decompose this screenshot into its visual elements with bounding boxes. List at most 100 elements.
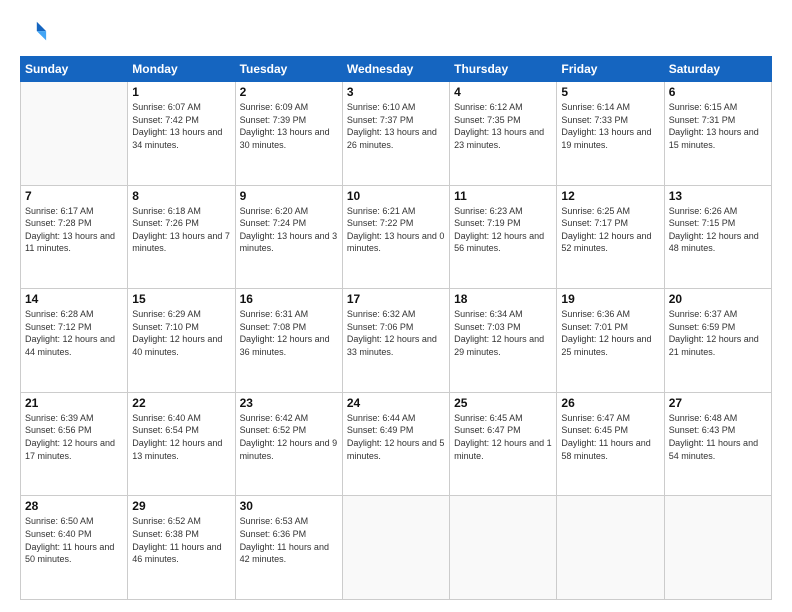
calendar-week-3: 14 Sunrise: 6:28 AMSunset: 7:12 PMDayligh… [21, 289, 772, 393]
day-number: 21 [25, 396, 123, 410]
day-number: 7 [25, 189, 123, 203]
calendar-cell: 12 Sunrise: 6:25 AMSunset: 7:17 PMDayligh… [557, 185, 664, 289]
day-number: 28 [25, 499, 123, 513]
calendar-cell: 23 Sunrise: 6:42 AMSunset: 6:52 PMDayligh… [235, 392, 342, 496]
calendar-cell: 26 Sunrise: 6:47 AMSunset: 6:45 PMDayligh… [557, 392, 664, 496]
calendar-cell: 15 Sunrise: 6:29 AMSunset: 7:10 PMDayligh… [128, 289, 235, 393]
day-number: 10 [347, 189, 445, 203]
weekday-header-thursday: Thursday [450, 57, 557, 82]
day-number: 20 [669, 292, 767, 306]
calendar-cell: 13 Sunrise: 6:26 AMSunset: 7:15 PMDayligh… [664, 185, 771, 289]
day-number: 24 [347, 396, 445, 410]
calendar-table: SundayMondayTuesdayWednesdayThursdayFrid… [20, 56, 772, 600]
day-info: Sunrise: 6:40 AMSunset: 6:54 PMDaylight:… [132, 412, 230, 462]
day-number: 14 [25, 292, 123, 306]
calendar-cell: 16 Sunrise: 6:31 AMSunset: 7:08 PMDayligh… [235, 289, 342, 393]
day-info: Sunrise: 6:45 AMSunset: 6:47 PMDaylight:… [454, 412, 552, 462]
calendar-cell: 4Sunrise: 6:12 AMSunset: 7:35 PMDaylight… [450, 82, 557, 186]
day-number: 3 [347, 85, 445, 99]
calendar-cell: 27 Sunrise: 6:48 AMSunset: 6:43 PMDayligh… [664, 392, 771, 496]
logo [20, 18, 52, 46]
day-info: Sunrise: 6:37 AMSunset: 6:59 PMDaylight:… [669, 308, 767, 358]
day-info: Sunrise: 6:53 AMSunset: 6:36 PMDaylight:… [240, 515, 338, 565]
calendar-cell [557, 496, 664, 600]
calendar-cell: 29Sunrise: 6:52 AMSunset: 6:38 PMDayligh… [128, 496, 235, 600]
day-number: 23 [240, 396, 338, 410]
day-info: Sunrise: 6:17 AMSunset: 7:28 PMDaylight:… [25, 205, 123, 255]
weekday-header-monday: Monday [128, 57, 235, 82]
day-number: 4 [454, 85, 552, 99]
day-info: Sunrise: 6:09 AMSunset: 7:39 PMDaylight:… [240, 101, 338, 151]
day-number: 1 [132, 85, 230, 99]
calendar-cell: 20 Sunrise: 6:37 AMSunset: 6:59 PMDayligh… [664, 289, 771, 393]
calendar-week-4: 21 Sunrise: 6:39 AMSunset: 6:56 PMDayligh… [21, 392, 772, 496]
calendar-cell: 24 Sunrise: 6:44 AMSunset: 6:49 PMDayligh… [342, 392, 449, 496]
weekday-header-tuesday: Tuesday [235, 57, 342, 82]
calendar-cell: 19Sunrise: 6:36 AMSunset: 7:01 PMDayligh… [557, 289, 664, 393]
day-info: Sunrise: 6:26 AMSunset: 7:15 PMDaylight:… [669, 205, 767, 255]
calendar-cell: 7 Sunrise: 6:17 AMSunset: 7:28 PMDaylight… [21, 185, 128, 289]
day-info: Sunrise: 6:47 AMSunset: 6:45 PMDaylight:… [561, 412, 659, 462]
day-info: Sunrise: 6:20 AMSunset: 7:24 PMDaylight:… [240, 205, 338, 255]
weekday-header-friday: Friday [557, 57, 664, 82]
day-info: Sunrise: 6:44 AMSunset: 6:49 PMDaylight:… [347, 412, 445, 462]
calendar-cell [21, 82, 128, 186]
calendar-week-5: 28 Sunrise: 6:50 AMSunset: 6:40 PMDayligh… [21, 496, 772, 600]
logo-icon [20, 18, 48, 46]
day-info: Sunrise: 6:31 AMSunset: 7:08 PMDaylight:… [240, 308, 338, 358]
calendar-cell: 6Sunrise: 6:15 AMSunset: 7:31 PMDaylight… [664, 82, 771, 186]
calendar-cell: 1 Sunrise: 6:07 AMSunset: 7:42 PMDaylight… [128, 82, 235, 186]
calendar-cell: 8 Sunrise: 6:18 AMSunset: 7:26 PMDaylight… [128, 185, 235, 289]
day-info: Sunrise: 6:25 AMSunset: 7:17 PMDaylight:… [561, 205, 659, 255]
calendar-cell: 14 Sunrise: 6:28 AMSunset: 7:12 PMDayligh… [21, 289, 128, 393]
calendar-cell: 9 Sunrise: 6:20 AMSunset: 7:24 PMDaylight… [235, 185, 342, 289]
weekday-header-sunday: Sunday [21, 57, 128, 82]
day-number: 9 [240, 189, 338, 203]
weekday-header-row: SundayMondayTuesdayWednesdayThursdayFrid… [21, 57, 772, 82]
day-number: 8 [132, 189, 230, 203]
calendar-cell: 30Sunrise: 6:53 AMSunset: 6:36 PMDayligh… [235, 496, 342, 600]
day-info: Sunrise: 6:34 AMSunset: 7:03 PMDaylight:… [454, 308, 552, 358]
day-number: 27 [669, 396, 767, 410]
calendar-cell: 11Sunrise: 6:23 AMSunset: 7:19 PMDayligh… [450, 185, 557, 289]
calendar-week-1: 1 Sunrise: 6:07 AMSunset: 7:42 PMDaylight… [21, 82, 772, 186]
calendar-cell [342, 496, 449, 600]
day-number: 18 [454, 292, 552, 306]
page: SundayMondayTuesdayWednesdayThursdayFrid… [0, 0, 792, 612]
day-info: Sunrise: 6:18 AMSunset: 7:26 PMDaylight:… [132, 205, 230, 255]
day-info: Sunrise: 6:23 AMSunset: 7:19 PMDaylight:… [454, 205, 552, 255]
weekday-header-saturday: Saturday [664, 57, 771, 82]
day-info: Sunrise: 6:32 AMSunset: 7:06 PMDaylight:… [347, 308, 445, 358]
day-number: 25 [454, 396, 552, 410]
day-number: 13 [669, 189, 767, 203]
day-number: 15 [132, 292, 230, 306]
day-info: Sunrise: 6:39 AMSunset: 6:56 PMDaylight:… [25, 412, 123, 462]
day-number: 17 [347, 292, 445, 306]
day-info: Sunrise: 6:48 AMSunset: 6:43 PMDaylight:… [669, 412, 767, 462]
day-number: 16 [240, 292, 338, 306]
day-info: Sunrise: 6:42 AMSunset: 6:52 PMDaylight:… [240, 412, 338, 462]
day-number: 5 [561, 85, 659, 99]
calendar-week-2: 7 Sunrise: 6:17 AMSunset: 7:28 PMDaylight… [21, 185, 772, 289]
day-info: Sunrise: 6:50 AMSunset: 6:40 PMDaylight:… [25, 515, 123, 565]
day-number: 12 [561, 189, 659, 203]
day-number: 22 [132, 396, 230, 410]
weekday-header-wednesday: Wednesday [342, 57, 449, 82]
day-number: 6 [669, 85, 767, 99]
calendar-cell [664, 496, 771, 600]
calendar-cell: 25 Sunrise: 6:45 AMSunset: 6:47 PMDayligh… [450, 392, 557, 496]
calendar-cell [450, 496, 557, 600]
day-number: 26 [561, 396, 659, 410]
day-info: Sunrise: 6:36 AMSunset: 7:01 PMDaylight:… [561, 308, 659, 358]
day-info: Sunrise: 6:07 AMSunset: 7:42 PMDaylight:… [132, 101, 230, 151]
calendar-cell: 5 Sunrise: 6:14 AMSunset: 7:33 PMDaylight… [557, 82, 664, 186]
day-info: Sunrise: 6:14 AMSunset: 7:33 PMDaylight:… [561, 101, 659, 151]
calendar-cell: 21 Sunrise: 6:39 AMSunset: 6:56 PMDayligh… [21, 392, 128, 496]
calendar-cell: 2 Sunrise: 6:09 AMSunset: 7:39 PMDaylight… [235, 82, 342, 186]
calendar-cell: 3Sunrise: 6:10 AMSunset: 7:37 PMDaylight… [342, 82, 449, 186]
day-info: Sunrise: 6:28 AMSunset: 7:12 PMDaylight:… [25, 308, 123, 358]
calendar-cell: 22 Sunrise: 6:40 AMSunset: 6:54 PMDayligh… [128, 392, 235, 496]
day-number: 2 [240, 85, 338, 99]
header [20, 18, 772, 46]
day-info: Sunrise: 6:29 AMSunset: 7:10 PMDaylight:… [132, 308, 230, 358]
